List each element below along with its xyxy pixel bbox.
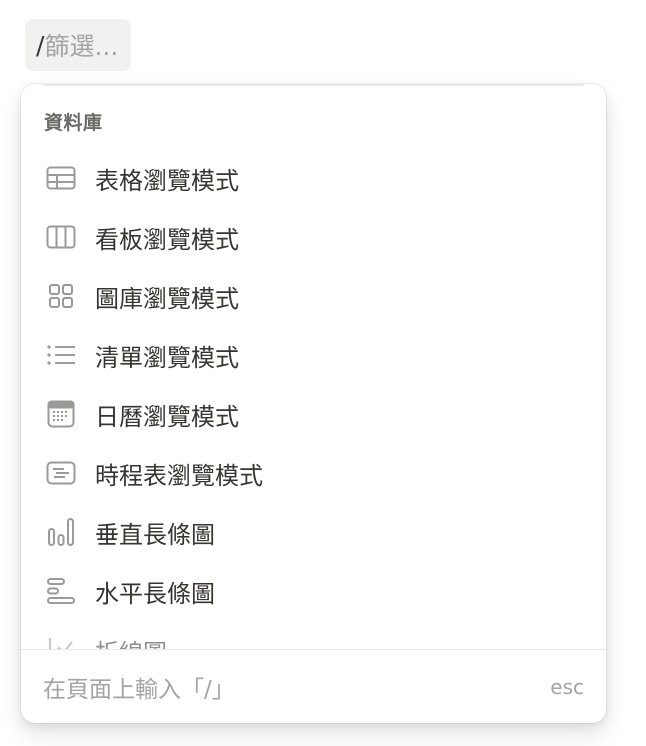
esc-hint[interactable]: esc bbox=[550, 675, 584, 699]
gallery-icon bbox=[45, 280, 77, 312]
footer-hint: 在頁面上輸入「/」 bbox=[43, 676, 235, 703]
menu-item-label: 垂直長條圖 bbox=[95, 520, 215, 549]
menu-item-list-view[interactable]: 清單瀏覽模式 bbox=[31, 329, 596, 381]
menu-item-vertical-bar-chart[interactable]: 垂直長條圖 bbox=[31, 506, 596, 558]
menu-item-horizontal-bar-chart[interactable]: 水平長條圖 bbox=[31, 565, 596, 617]
filter-input[interactable]: / 篩選... bbox=[25, 19, 131, 71]
slash-command-text: / bbox=[36, 30, 45, 60]
menu-divider bbox=[43, 84, 584, 86]
vertical-bar-chart-icon bbox=[45, 516, 77, 548]
menu-item-calendar-view[interactable]: 日曆瀏覽模式 bbox=[31, 388, 596, 440]
page: / 篩選... 資料庫 表格瀏覽模式 看板瀏覽模式 圖庫瀏覽模式 清單瀏覽模式 … bbox=[0, 0, 646, 746]
line-chart-icon bbox=[45, 634, 77, 649]
timeline-icon bbox=[45, 457, 77, 489]
table-icon bbox=[45, 162, 77, 194]
list-icon bbox=[45, 339, 77, 371]
calendar-icon bbox=[45, 398, 77, 430]
menu-footer: 在頁面上輸入「/」 esc bbox=[21, 649, 606, 723]
menu-item-table-view[interactable]: 表格瀏覽模式 bbox=[31, 152, 596, 204]
menu-item-label: 圖庫瀏覽模式 bbox=[95, 284, 239, 313]
menu-item-label: 清單瀏覽模式 bbox=[95, 343, 239, 372]
filter-placeholder: 篩選... bbox=[44, 32, 119, 61]
menu-item-label: 折線圖 bbox=[95, 633, 167, 650]
board-icon bbox=[45, 221, 77, 253]
menu-item-line-chart[interactable]: 折線圖 bbox=[31, 624, 596, 649]
horizontal-bar-chart-icon bbox=[45, 575, 77, 607]
menu-item-board-view[interactable]: 看板瀏覽模式 bbox=[31, 211, 596, 263]
section-label-database: 資料庫 bbox=[44, 112, 103, 134]
menu-item-label: 看板瀏覽模式 bbox=[95, 225, 239, 254]
menu-item-gallery-view[interactable]: 圖庫瀏覽模式 bbox=[31, 270, 596, 322]
slash-command-menu: 資料庫 表格瀏覽模式 看板瀏覽模式 圖庫瀏覽模式 清單瀏覽模式 日曆瀏覽模式 時… bbox=[21, 84, 606, 723]
menu-item-label: 日曆瀏覽模式 bbox=[95, 402, 239, 431]
menu-item-label: 水平長條圖 bbox=[95, 579, 215, 608]
menu-item-timeline-view[interactable]: 時程表瀏覽模式 bbox=[31, 447, 596, 499]
menu-item-label: 表格瀏覽模式 bbox=[95, 166, 239, 195]
menu-item-label: 時程表瀏覽模式 bbox=[95, 461, 263, 490]
menu-item-list[interactable]: 表格瀏覽模式 看板瀏覽模式 圖庫瀏覽模式 清單瀏覽模式 日曆瀏覽模式 時程表瀏覽… bbox=[21, 152, 606, 649]
